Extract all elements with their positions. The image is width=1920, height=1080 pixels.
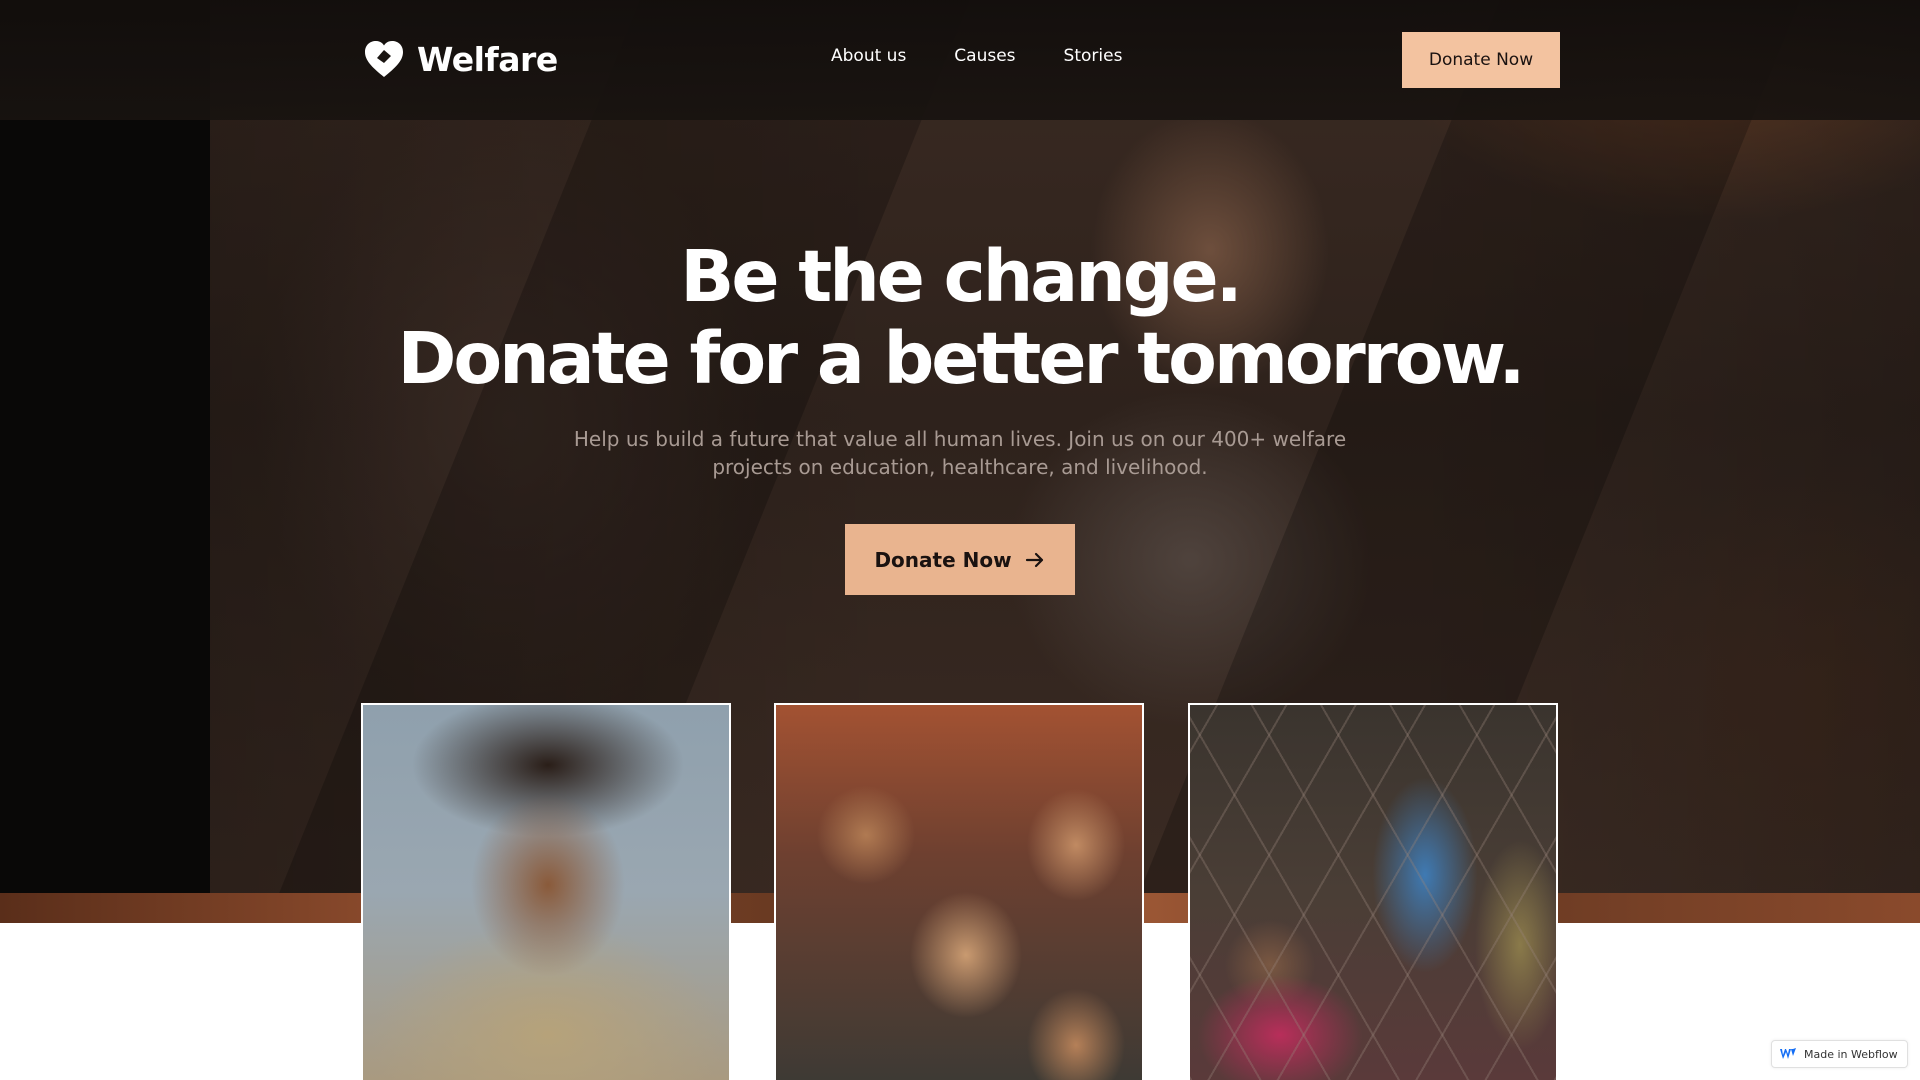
arrow-right-icon [1025,552,1043,567]
photo-card-children-smiling [774,703,1144,1080]
nav-link-causes[interactable]: Causes [954,46,1015,66]
nav-link-about-us[interactable]: About us [831,46,906,66]
photo-card-child-blanket [361,703,731,1080]
photo-card-family-behind-fence [1188,703,1558,1080]
hero-donate-label: Donate Now [874,547,1012,572]
nav-links: About us Causes Stories [831,46,1122,66]
heart-icon [365,41,403,77]
navbar: Welfare About us Causes Stories Donate N… [0,0,1920,120]
brand-logo[interactable]: Welfare [361,36,558,82]
webflow-badge[interactable]: Made in Webflow [1771,1040,1908,1068]
nav-donate-button[interactable]: Donate Now [1402,32,1560,88]
webflow-logo-icon [1780,1048,1796,1059]
hero-title-line-2: Donate for a better tomorrow. [397,317,1525,400]
hero-title: Be the change. Donate for a better tomor… [0,236,1920,400]
hero-subtitle: Help us build a future that value all hu… [573,427,1347,479]
nav-link-stories[interactable]: Stories [1064,46,1123,66]
brand-name: Welfare [417,39,558,79]
hero-left-shade [0,0,210,893]
webflow-badge-label: Made in Webflow [1804,1047,1898,1061]
hero-donate-button[interactable]: Donate Now [845,524,1075,595]
hero-title-line-1: Be the change. [680,235,1242,318]
